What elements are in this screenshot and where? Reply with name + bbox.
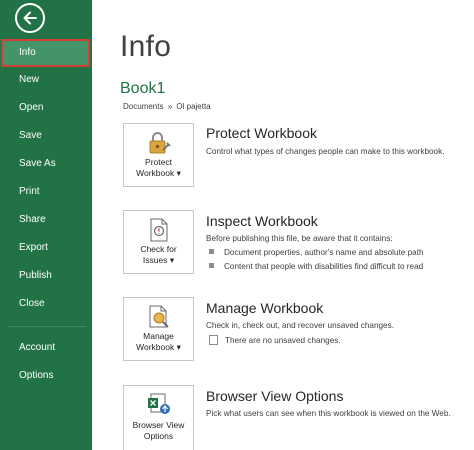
browser-tile-label-line1: Browser View	[132, 420, 185, 430]
nav-item-export[interactable]: Export	[0, 234, 92, 262]
backstage-sidebar: Info New Open Save Save As Print Share E…	[0, 0, 92, 450]
manage-workbook-description: Check in, check out, and recover unsaved…	[206, 321, 394, 330]
nav-item-open[interactable]: Open	[0, 94, 92, 122]
nav-item-options[interactable]: Options	[0, 362, 92, 390]
manage-tile-label-line1: Manage	[143, 331, 174, 341]
page-title: Info	[120, 30, 172, 63]
manage-workbook-title: Manage Workbook	[206, 300, 324, 316]
book-name: Book1	[120, 80, 166, 97]
manage-workbook-icon	[149, 305, 169, 328]
protect-workbook-description: Control what types of changes people can…	[206, 147, 445, 156]
browser-view-options-description: Pick what users can see when this workbo…	[206, 409, 451, 418]
nav-item-save-as[interactable]: Save As	[0, 150, 92, 178]
manage-workbook-button[interactable]: Manage Workbook ▾	[123, 297, 194, 361]
lock-icon	[149, 132, 171, 154]
protect-workbook-title: Protect Workbook	[206, 125, 318, 141]
inspect-workbook-title: Inspect Workbook	[206, 213, 318, 229]
inspect-bullet: Document properties, author's name and a…	[209, 248, 424, 257]
protect-workbook-button[interactable]: Protect Workbook ▾	[123, 123, 194, 187]
path-part-folder: Ol pajetta	[176, 102, 211, 111]
nav-item-info[interactable]: Info	[1, 39, 90, 67]
back-arrow-icon	[23, 11, 37, 25]
nav-item-share[interactable]: Share	[0, 206, 92, 234]
inspect-tile-label-line1: Check for	[140, 244, 177, 254]
document-icon	[209, 335, 218, 345]
back-button[interactable]	[15, 3, 45, 33]
protect-tile-label-line1: Protect	[145, 157, 172, 167]
bullet-square-icon	[209, 263, 214, 269]
nav-item-publish[interactable]: Publish	[0, 262, 92, 290]
manage-tile-label-line2: Workbook ▾	[136, 342, 181, 352]
inspect-bullet-text: Content that people with disabilities fi…	[224, 262, 424, 271]
book-path: Documents » Ol pajetta	[123, 102, 211, 111]
nav-item-save[interactable]: Save	[0, 122, 92, 150]
nav-item-new[interactable]: New	[0, 66, 92, 94]
manage-note: There are no unsaved changes.	[209, 335, 341, 346]
browser-view-options-title: Browser View Options	[206, 388, 344, 404]
manage-note-text: There are no unsaved changes.	[225, 336, 341, 346]
check-for-issues-button[interactable]: Check for Issues ▾	[123, 210, 194, 274]
nav-item-account[interactable]: Account	[0, 334, 92, 362]
inspect-bullet-text: Document properties, author's name and a…	[224, 248, 424, 257]
path-part-documents: Documents	[123, 102, 164, 111]
bullet-square-icon	[209, 249, 214, 255]
protect-tile-label-line2: Workbook ▾	[136, 168, 181, 178]
inspect-workbook-description: Before publishing this file, be aware th…	[206, 234, 393, 243]
browser-tile-label-line2: Options	[143, 431, 174, 441]
inspect-bullet: Content that people with disabilities fi…	[209, 262, 423, 271]
path-separator: »	[167, 102, 173, 111]
inspect-tile-label-line2: Issues ▾	[142, 255, 175, 265]
inspect-document-icon	[150, 218, 167, 242]
browser-view-options-button[interactable]: Browser View Options	[123, 385, 194, 450]
nav-item-print[interactable]: Print	[0, 178, 92, 206]
browser-view-icon	[147, 393, 170, 414]
nav-divider	[8, 326, 86, 327]
nav-item-close[interactable]: Close	[0, 290, 92, 318]
